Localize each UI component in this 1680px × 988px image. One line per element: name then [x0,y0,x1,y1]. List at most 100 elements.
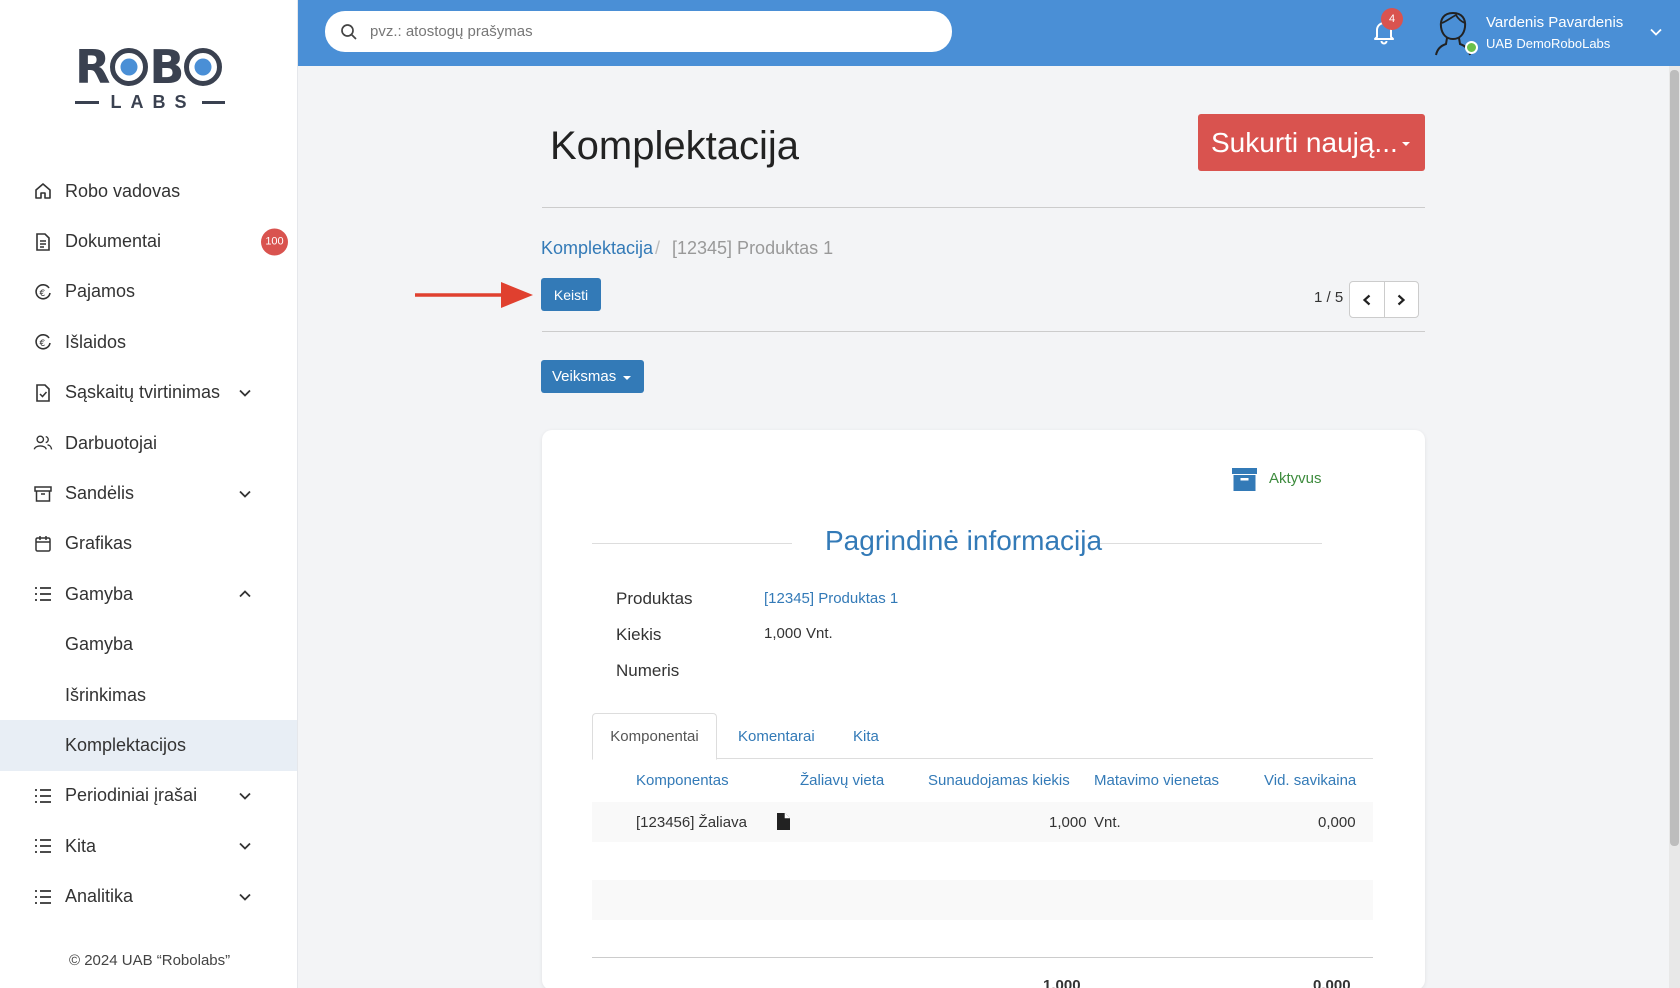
column-header-location[interactable]: Žaliavų vieta [800,772,884,789]
sidebar-item-darbuotojai[interactable]: Darbuotojai [0,418,297,468]
breadcrumb-separator: / [655,238,661,258]
logo-o-shape [110,48,149,86]
breadcrumb-current: [12345] Produktas 1 [672,238,834,258]
notification-count-badge: 4 [1381,8,1403,30]
logo-labs-text: LABS [110,92,196,112]
total-quantity: 1,000 [1043,977,1081,988]
sidebar-item-label: Grafikas [65,533,133,554]
create-new-button[interactable]: Sukurti naują... [1198,114,1425,171]
sidebar-item-label: Robo vadovas [65,180,181,201]
cell-cost: 0,000 [1318,814,1356,831]
online-status-dot [1465,41,1478,54]
column-header-component[interactable]: Komponentas [636,772,729,789]
robolabs-logo[interactable]: R B LABS [75,44,225,118]
previous-button[interactable] [1350,282,1384,317]
sidebar-item-label: Dokumentai [65,231,162,252]
product-link[interactable]: [12345] Produktas 1 [764,590,898,607]
sidebar-subitem-gamyba[interactable]: Gamyba [0,620,297,670]
cell-quantity: 1,000 [1049,814,1087,831]
search-box[interactable] [325,11,952,52]
sidebar-item-gamyba[interactable]: Gamyba [0,569,297,619]
list-icon [33,786,53,806]
sidebar-item-periodiniai-irasai[interactable]: Periodiniai įrašai [0,771,297,821]
chevron-down-icon [239,792,251,800]
sidebar-item-robo-vadovas[interactable]: Robo vadovas [0,166,297,216]
section-title: Pagrindinė informacija [825,525,1103,556]
column-header-cost[interactable]: Vid. savikaina [1264,772,1356,789]
sidebar-item-label: Gamyba [65,583,134,604]
documents-count-badge: 100 [261,228,288,256]
tab-komentarai[interactable]: Komentarai [738,713,815,759]
tab-kita[interactable]: Kita [853,713,879,759]
sidebar-item-dokumentai[interactable]: Dokumentai 100 [0,216,297,266]
list-icon [33,836,53,856]
sidebar-item-pajamos[interactable]: € Pajamos [0,267,297,317]
divider [542,207,1425,208]
sidebar: R B LABS Robo vadovas Dokumentai 100 € P… [0,0,298,988]
list-icon [33,584,53,604]
search-icon [341,23,357,40]
tab-bar: Komponentai Komentarai Kita [592,713,1373,760]
sidebar-item-analitika[interactable]: Analitika [0,871,297,921]
sidebar-item-label: Išrinkimas [65,684,147,705]
page-title: Komplektacija [550,124,800,168]
users-icon [33,433,53,453]
chevron-down-icon [239,843,251,851]
archive-icon[interactable] [1232,467,1257,492]
sidebar-item-label: Sąskaitų tvirtinimas [65,382,221,403]
logo-letter-r: R [75,40,110,94]
chevron-up-icon [239,590,251,598]
svg-text:€: € [40,289,46,299]
edit-button[interactable]: Keisti [541,278,601,311]
logo-o-shape [184,48,223,86]
svg-text:€: € [40,339,46,349]
sidebar-item-grafikas[interactable]: Grafikas [0,519,297,569]
next-button[interactable] [1383,282,1419,317]
tab-label: Komponentai [610,728,699,745]
document-icon [33,232,53,252]
tab-label: Kita [853,727,879,745]
logo-line [201,101,225,104]
calendar-icon [33,534,53,554]
quantity-value: 1,000 [764,625,802,642]
copyright-text: © 2024 UAB “Robolabs” [69,952,231,969]
sidebar-nav: Robo vadovas Dokumentai 100 € Pajamos € … [0,166,297,922]
product-label: Produktas [616,589,693,608]
sidebar-item-label: Kita [65,835,97,856]
status-label: Aktyvus [1269,470,1322,487]
pager-position: 1 / 5 [1314,289,1344,306]
home-icon [33,181,53,201]
number-label: Numeris [616,661,680,680]
table-row [592,880,1373,920]
sidebar-item-sandelis[interactable]: Sandėlis [0,468,297,518]
sidebar-subitem-isrinkimas[interactable]: Išrinkimas [0,670,297,720]
warehouse-icon [33,484,53,504]
sidebar-item-kita[interactable]: Kita [0,821,297,871]
chevron-right-icon [1398,294,1406,305]
invoice-check-icon [33,383,53,403]
cell-unit: Vnt. [1094,814,1121,831]
chevron-down-icon[interactable] [1649,25,1663,39]
cell-component: [123456] Žaliava [636,814,747,831]
list-icon [33,887,53,907]
sidebar-item-saskaitu-tvirtinimas[interactable]: Sąskaitų tvirtinimas [0,368,297,418]
quantity-label: Kiekis [616,625,662,644]
tab-komponentai[interactable]: Komponentai [592,713,717,760]
caret-down-icon [1402,142,1410,146]
sidebar-item-label: Sandėlis [65,483,135,504]
column-header-unit[interactable]: Matavimo vienetas [1094,772,1219,789]
logo-letter-b: B [149,40,184,94]
user-company: UAB DemoRoboLabs [1486,36,1611,51]
pager-buttons [1349,281,1419,318]
sidebar-item-label: Darbuotojai [65,432,158,453]
section-line [592,543,792,544]
sidebar-subitem-komplektacijos[interactable]: Komplektacijos [0,720,297,771]
breadcrumb-link[interactable]: Komplektacija [541,238,653,259]
column-header-quantity[interactable]: Sunaudojamas kiekis [928,772,1070,789]
user-name[interactable]: Vardenis Pavardenis [1486,14,1623,31]
scrollbar-thumb[interactable] [1670,70,1679,846]
file-icon[interactable] [777,813,790,830]
search-input[interactable] [370,23,930,40]
sidebar-item-islaidos[interactable]: € Išlaidos [0,317,297,367]
tab-label: Komentarai [738,727,815,745]
